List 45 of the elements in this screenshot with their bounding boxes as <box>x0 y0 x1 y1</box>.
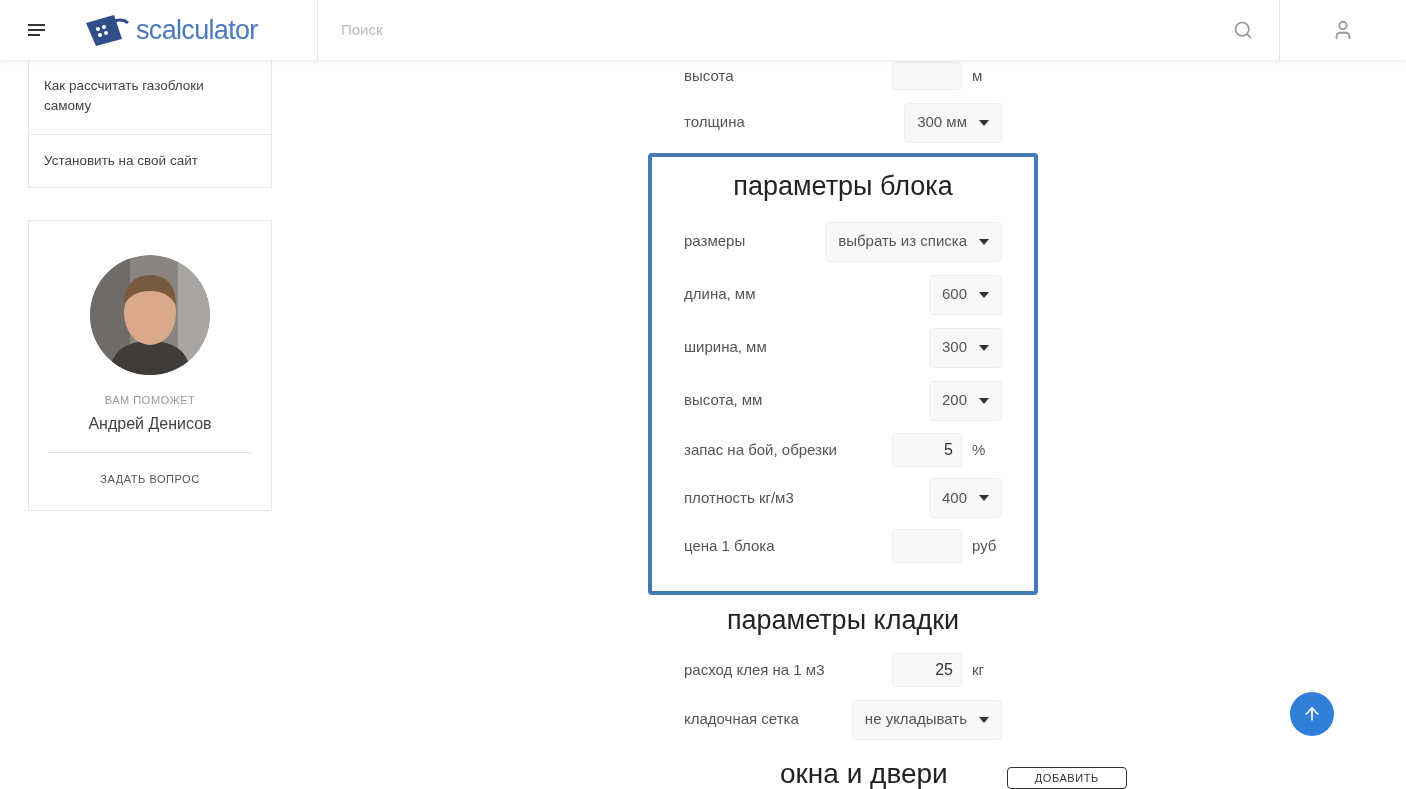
dropdown[interactable]: 200 <box>928 380 1002 421</box>
dropdown[interactable]: выбрать из списка <box>825 221 1002 262</box>
input-field[interactable] <box>892 62 962 90</box>
field-label: запас на бой, обрезки <box>684 441 837 458</box>
field-label: цена 1 блока <box>684 537 775 554</box>
helper-name: Андрей Денисов <box>88 413 212 434</box>
input-field[interactable]: 25 <box>892 653 962 687</box>
menu-icon[interactable] <box>28 24 45 36</box>
caret-icon <box>979 119 989 126</box>
logo[interactable]: scalculator <box>84 9 258 51</box>
section-title: параметры кладки <box>726 604 960 637</box>
field-label: расход клея на 1 м3 <box>684 661 825 678</box>
dropdown[interactable]: 400 <box>928 478 1002 518</box>
caret-icon <box>979 238 989 245</box>
add-button[interactable]: ДОБАВИТЬ <box>1006 767 1127 789</box>
field-label: ширина, мм <box>684 337 767 358</box>
caret-icon <box>979 344 989 351</box>
sidebar-link[interactable]: Установить на свой сайт <box>28 134 272 188</box>
field-label: высота, мм <box>684 390 763 411</box>
unit-label: кг <box>972 661 985 678</box>
dropdown[interactable]: не укладывать <box>851 699 1002 740</box>
search-icon[interactable] <box>1233 20 1253 40</box>
caret-icon <box>979 397 989 404</box>
scroll-top-button[interactable] <box>1290 692 1334 736</box>
caret-icon <box>979 495 989 501</box>
input-field[interactable]: 5 <box>892 433 962 467</box>
ask-question-link[interactable]: ЗАДАТЬ ВОПРОС <box>100 470 200 487</box>
dropdown[interactable]: 300 мм <box>904 102 1002 143</box>
field-label: толщина <box>684 112 745 133</box>
search-field[interactable]: Поиск <box>341 18 1233 42</box>
unit-label: м <box>972 67 983 84</box>
section-title: параметры блока <box>733 170 953 203</box>
dropdown[interactable]: 300 <box>928 327 1002 368</box>
field-label: размеры <box>684 231 746 252</box>
section-title: окна и двери <box>780 759 948 789</box>
caret-icon <box>979 291 989 298</box>
field-label: длина, мм <box>684 284 756 305</box>
field-label: высота <box>684 67 734 84</box>
field-label: кладочная сетка <box>684 709 799 730</box>
unit-label: % <box>972 441 986 458</box>
unit-label: руб <box>972 537 997 554</box>
helper-caption: ВАМ ПОМОЖЕТ <box>104 393 196 408</box>
caret-icon <box>979 716 989 723</box>
dropdown[interactable]: 600 <box>928 274 1002 315</box>
field-label: плотность кг/м3 <box>684 487 794 508</box>
